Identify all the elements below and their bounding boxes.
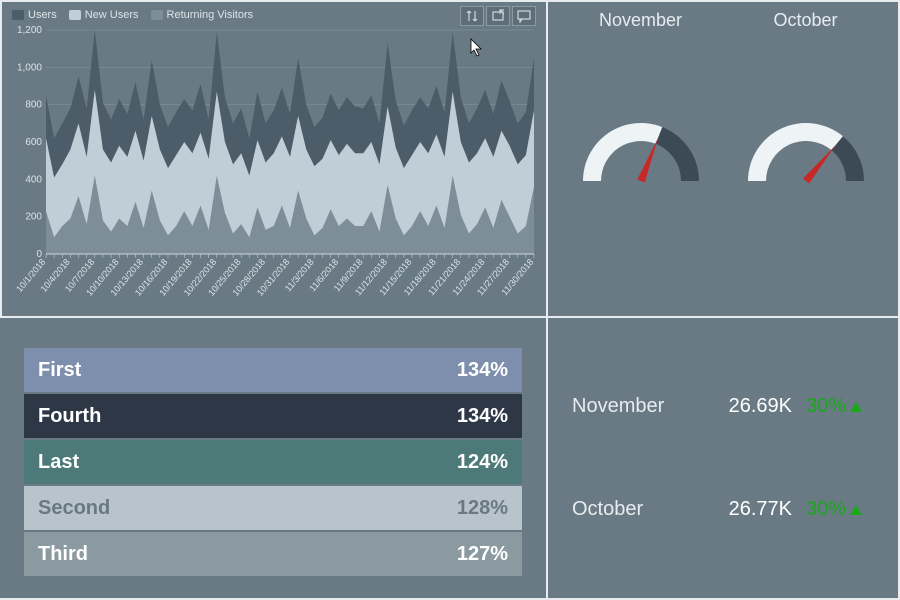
gauge-panel: November October (548, 0, 900, 318)
kpi-change: 30% (806, 395, 862, 418)
gauge-title: October (773, 10, 837, 31)
legend-item-users[interactable]: Users (12, 9, 57, 21)
kpi-value: 26.69K (702, 395, 792, 418)
row-value: 128% (457, 497, 508, 520)
row-value: 134% (457, 405, 508, 428)
export-icon[interactable] (486, 6, 510, 26)
row-label: Last (38, 451, 79, 474)
row-label: Third (38, 543, 88, 566)
kpi-label: October (572, 498, 702, 521)
kpi-panel: November 26.69K 30%October 26.77K 30% (548, 318, 900, 600)
arrow-up-icon (850, 505, 862, 515)
swap-vert-icon[interactable] (460, 6, 484, 26)
rank-table: First 134% Fourth 134% Last 124% Second 128% Thi… (24, 348, 522, 576)
table-row[interactable]: Third 127% (24, 532, 522, 576)
legend-item-new-users[interactable]: New Users (69, 9, 139, 21)
legend-item-returning[interactable]: Returning Visitors (151, 9, 254, 21)
kpi-row: November 26.69K 30% (572, 395, 874, 418)
legend-label: New Users (85, 9, 139, 21)
legend-label: Users (28, 9, 57, 21)
legend-label: Returning Visitors (167, 9, 254, 21)
svg-text:1,000: 1,000 (17, 62, 42, 73)
gauge-arc (566, 101, 716, 191)
comment-icon[interactable] (512, 6, 536, 26)
row-value: 124% (457, 451, 508, 474)
table-row[interactable]: Second 128% (24, 486, 522, 530)
svg-text:1,200: 1,200 (17, 25, 42, 36)
svg-text:200: 200 (25, 212, 42, 223)
svg-text:400: 400 (25, 174, 42, 185)
row-value: 134% (457, 359, 508, 382)
gauge-october: October (723, 10, 888, 191)
visitors-area-chart-panel: Users New Users Returning Visitors 02004… (0, 0, 548, 318)
svg-text:800: 800 (25, 100, 42, 111)
table-row[interactable]: First 134% (24, 348, 522, 392)
table-row[interactable]: Fourth 134% (24, 394, 522, 438)
table-row[interactable]: Last 124% (24, 440, 522, 484)
row-label: First (38, 359, 81, 382)
kpi-label: November (572, 395, 702, 418)
gauge-title: November (599, 10, 682, 31)
kpi-change: 30% (806, 498, 862, 521)
kpi-value: 26.77K (702, 498, 792, 521)
gauge-november: November (558, 10, 723, 191)
gauge-arc (731, 101, 881, 191)
row-label: Fourth (38, 405, 101, 428)
row-label: Second (38, 497, 110, 520)
chart-toolbar (460, 6, 536, 26)
area-chart-legend: Users New Users Returning Visitors (12, 6, 536, 24)
kpi-row: October 26.77K 30% (572, 498, 874, 521)
row-value: 127% (457, 543, 508, 566)
arrow-up-icon (850, 402, 862, 412)
svg-text:600: 600 (25, 137, 42, 148)
rank-table-panel: First 134% Fourth 134% Last 124% Second 128% Thi… (0, 318, 548, 600)
area-chart[interactable]: 02004006008001,0001,20010/1/201810/4/201… (12, 24, 540, 314)
